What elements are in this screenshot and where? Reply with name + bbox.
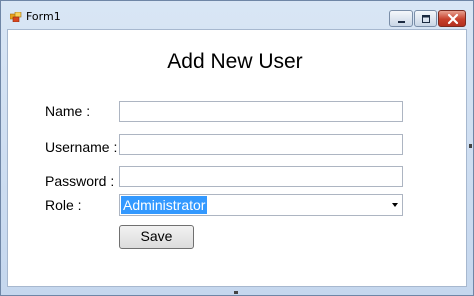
close-button[interactable] xyxy=(438,10,466,27)
maximize-button[interactable] xyxy=(414,10,437,27)
close-icon xyxy=(447,13,459,25)
page-title: Add New User xyxy=(167,50,303,73)
form-icon xyxy=(10,12,22,22)
password-label: Password : xyxy=(45,173,115,189)
window: Form1 Add New User Name : Username : Pas… xyxy=(0,0,474,296)
name-label: Name : xyxy=(45,103,91,119)
role-selected-value: Administrator xyxy=(121,196,208,214)
maximize-icon xyxy=(422,15,430,23)
role-label: Role : xyxy=(45,197,82,213)
username-field[interactable] xyxy=(119,134,403,155)
minimize-icon xyxy=(398,21,405,23)
name-field[interactable] xyxy=(119,101,403,122)
password-field[interactable] xyxy=(119,166,403,187)
window-title: Form1 xyxy=(26,10,61,23)
chevron-down-icon[interactable] xyxy=(392,203,398,207)
username-label: Username : xyxy=(45,139,118,155)
form-client-area: Add New User Name : Username : Password … xyxy=(7,29,467,287)
minimize-button[interactable] xyxy=(389,10,413,27)
resize-handle-right[interactable] xyxy=(469,144,472,148)
resize-handle-bottom[interactable] xyxy=(234,291,238,294)
title-bar[interactable]: Form1 xyxy=(1,1,473,29)
role-dropdown[interactable]: Administrator xyxy=(119,194,403,216)
save-button[interactable]: Save xyxy=(119,225,194,249)
